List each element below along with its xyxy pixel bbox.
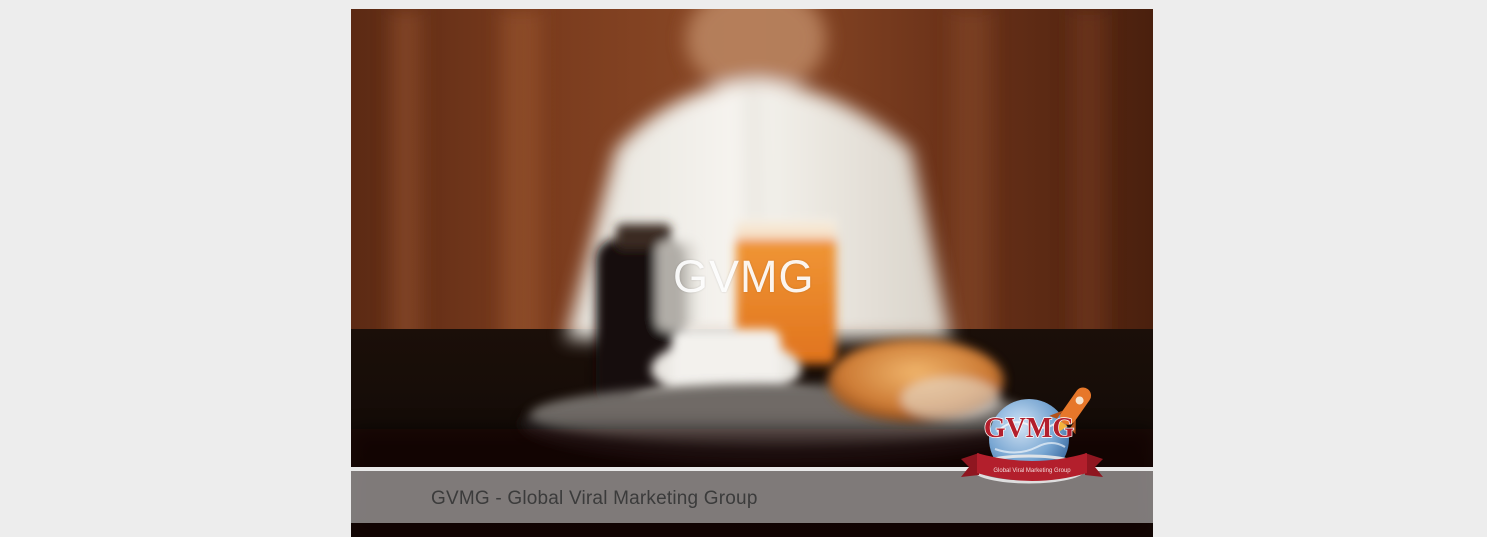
video-title-overlay: GVMG [673,251,815,302]
page: GVMG GVMG - Global Viral Marketing Group [0,0,1487,537]
video-player[interactable]: GVMG GVMG - Global Viral Marketing Group [351,9,1153,537]
caption-text: GVMG - Global Viral Marketing Group [431,488,758,509]
rocket-globe-logo-icon: Global Viral Marketing Group GVMG [961,387,1103,484]
logo-ribbon-text: Global Viral Marketing Group [993,468,1071,474]
logo-wordmark: GVMG [984,413,1074,444]
